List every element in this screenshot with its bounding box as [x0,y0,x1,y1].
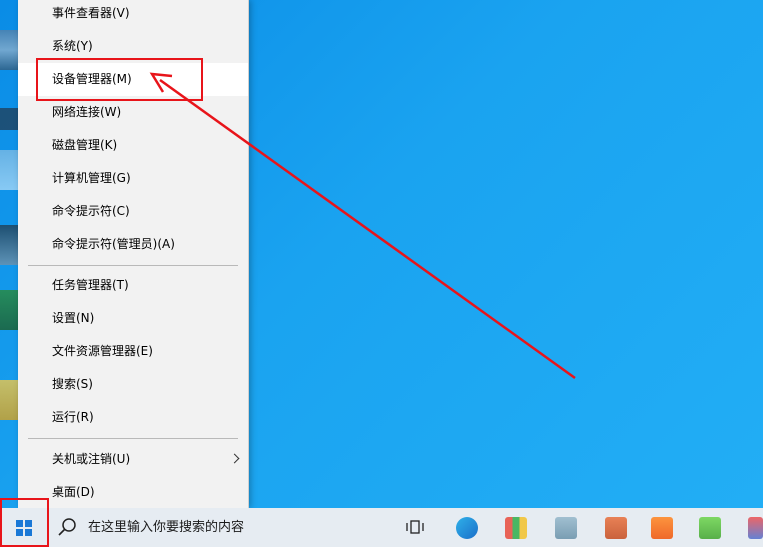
search-input[interactable]: 在这里输入你要搜索的内容 [88,508,244,547]
app-icon-2[interactable] [505,517,527,539]
app-icon-5[interactable] [651,517,673,539]
office-app-icon[interactable] [605,517,627,539]
edge-browser-icon[interactable] [456,517,478,539]
annotation-arrow [149,72,576,380]
annotation-start-box [0,498,49,547]
wechat-icon[interactable] [699,517,721,539]
taskbar: 在这里输入你要搜索的内容 [0,508,763,547]
search-icon [58,518,76,536]
search-button[interactable] [48,508,84,547]
app-icon-3[interactable] [555,517,577,539]
app-icon-7[interactable] [748,517,763,539]
task-view-icon[interactable] [406,519,424,535]
